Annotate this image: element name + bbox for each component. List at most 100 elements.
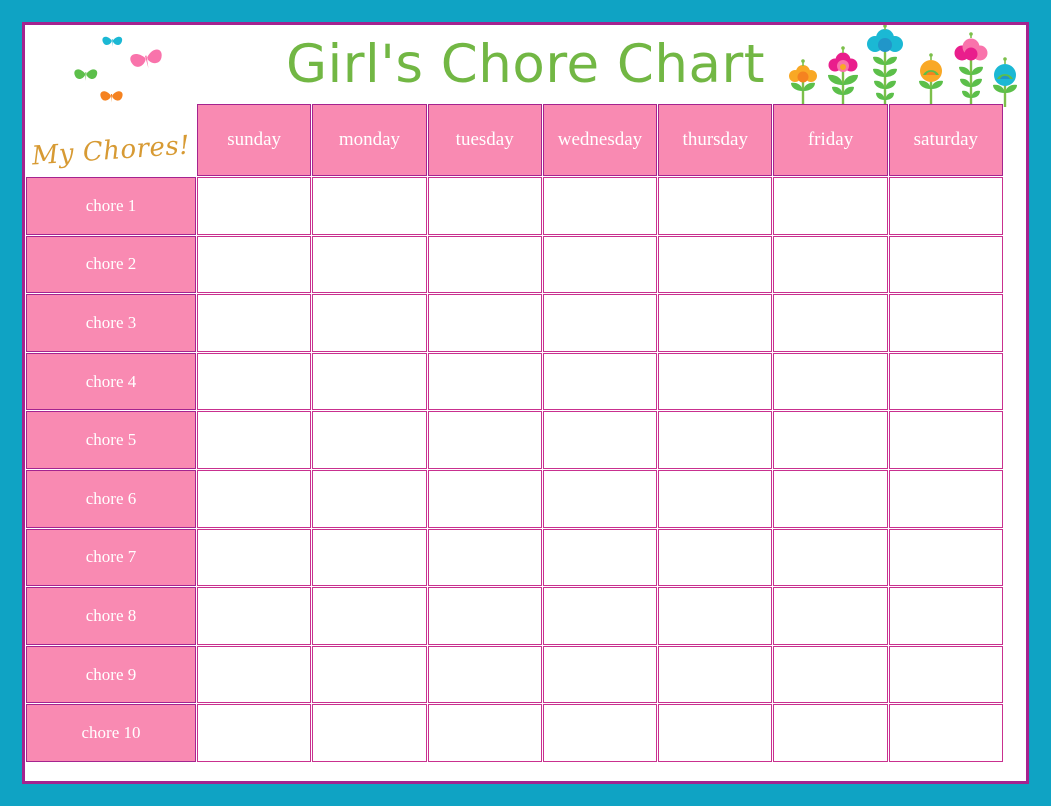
chore-cell-10-monday[interactable]: [312, 704, 427, 762]
chore-cell-9-saturday[interactable]: [888, 645, 1003, 704]
day-header-sunday[interactable]: sunday: [197, 104, 312, 176]
chore-cell-8-monday[interactable]: [312, 587, 427, 645]
chore-cell-9-tuesday[interactable]: [427, 645, 542, 704]
chore-cell-8-tuesday[interactable]: [427, 587, 542, 645]
chore-cell-10-sunday[interactable]: [197, 704, 312, 762]
chore-table: My Chores! sunday monday tuesday wednesd…: [25, 103, 1004, 763]
corner-cell: My Chores!: [26, 104, 196, 176]
chore-cell-4-thursday[interactable]: [658, 352, 773, 411]
chore-cell-3-sunday[interactable]: [197, 294, 312, 352]
chore-cell-2-wednesday[interactable]: [542, 235, 658, 294]
chore-cell-7-saturday[interactable]: [888, 528, 1003, 587]
chore-cell-6-monday[interactable]: [312, 469, 427, 528]
chore-label-2[interactable]: chore 2: [26, 235, 196, 294]
chore-cell-10-thursday[interactable]: [658, 704, 773, 762]
chore-cell-10-tuesday[interactable]: [427, 704, 542, 762]
chore-cell-9-wednesday[interactable]: [542, 645, 658, 704]
chore-cell-3-wednesday[interactable]: [542, 294, 658, 352]
chore-label-9[interactable]: chore 9: [26, 645, 196, 704]
chore-cell-8-friday[interactable]: [773, 587, 888, 645]
chore-label-7[interactable]: chore 7: [26, 528, 196, 587]
chore-cell-7-tuesday[interactable]: [427, 528, 542, 587]
chore-cell-10-wednesday[interactable]: [542, 704, 658, 762]
chore-cell-2-saturday[interactable]: [888, 235, 1003, 294]
chore-cell-5-monday[interactable]: [312, 411, 427, 469]
chore-row: chore 2: [26, 235, 1003, 294]
chore-cell-10-saturday[interactable]: [888, 704, 1003, 762]
chore-cell-5-wednesday[interactable]: [542, 411, 658, 469]
chore-cell-8-sunday[interactable]: [197, 587, 312, 645]
chore-cell-5-tuesday[interactable]: [427, 411, 542, 469]
chore-cell-8-wednesday[interactable]: [542, 587, 658, 645]
day-header-wednesday[interactable]: wednesday: [542, 104, 658, 176]
chore-cell-4-tuesday[interactable]: [427, 352, 542, 411]
chore-cell-7-friday[interactable]: [773, 528, 888, 587]
chore-cell-8-saturday[interactable]: [888, 587, 1003, 645]
chore-cell-1-wednesday[interactable]: [542, 177, 658, 235]
day-header-friday[interactable]: friday: [773, 104, 888, 176]
chore-cell-6-tuesday[interactable]: [427, 469, 542, 528]
flower-orange-ring-icon: [919, 53, 943, 107]
chore-cell-3-tuesday[interactable]: [427, 294, 542, 352]
chore-cell-4-monday[interactable]: [312, 352, 427, 411]
chore-cell-9-sunday[interactable]: [197, 645, 312, 704]
chore-row: chore 6: [26, 469, 1003, 528]
chore-cell-6-thursday[interactable]: [658, 469, 773, 528]
chore-cell-7-monday[interactable]: [312, 528, 427, 587]
chore-cell-1-tuesday[interactable]: [427, 177, 542, 235]
chore-cell-1-thursday[interactable]: [658, 177, 773, 235]
chore-cell-3-monday[interactable]: [312, 294, 427, 352]
day-header-saturday[interactable]: saturday: [888, 104, 1003, 176]
chore-cell-2-thursday[interactable]: [658, 235, 773, 294]
chore-cell-9-monday[interactable]: [312, 645, 427, 704]
chore-cell-6-sunday[interactable]: [197, 469, 312, 528]
chore-label-6[interactable]: chore 6: [26, 469, 196, 528]
chore-cell-1-sunday[interactable]: [197, 177, 312, 235]
day-header-thursday[interactable]: thursday: [658, 104, 773, 176]
chore-cell-8-thursday[interactable]: [658, 587, 773, 645]
chore-cell-10-friday[interactable]: [773, 704, 888, 762]
chore-cell-2-tuesday[interactable]: [427, 235, 542, 294]
chart-table-area: My Chores! sunday monday tuesday wednesd…: [25, 103, 1026, 781]
chore-cell-1-saturday[interactable]: [888, 177, 1003, 235]
day-header-tuesday[interactable]: tuesday: [427, 104, 542, 176]
chore-cell-7-wednesday[interactable]: [542, 528, 658, 587]
chore-label-10[interactable]: chore 10: [26, 704, 196, 762]
chore-cell-6-friday[interactable]: [773, 469, 888, 528]
flower-magenta-icon: [828, 46, 858, 107]
day-header-monday[interactable]: monday: [312, 104, 427, 176]
chore-cell-1-monday[interactable]: [312, 177, 427, 235]
my-chores-script-label: My Chores!: [30, 130, 192, 172]
chore-cell-4-friday[interactable]: [773, 352, 888, 411]
chore-label-5[interactable]: chore 5: [26, 411, 196, 469]
chore-cell-5-sunday[interactable]: [197, 411, 312, 469]
chore-cell-3-thursday[interactable]: [658, 294, 773, 352]
chore-cell-6-wednesday[interactable]: [542, 469, 658, 528]
chore-label-3[interactable]: chore 3: [26, 294, 196, 352]
chore-cell-4-saturday[interactable]: [888, 352, 1003, 411]
chore-cell-5-saturday[interactable]: [888, 411, 1003, 469]
header-band: Girl's Chore Chart: [25, 25, 1026, 107]
chore-cell-5-thursday[interactable]: [658, 411, 773, 469]
chore-row: chore 10: [26, 704, 1003, 762]
chore-label-8[interactable]: chore 8: [26, 587, 196, 645]
chore-cell-3-saturday[interactable]: [888, 294, 1003, 352]
chore-cell-9-thursday[interactable]: [658, 645, 773, 704]
chore-cell-7-sunday[interactable]: [197, 528, 312, 587]
chore-cell-5-friday[interactable]: [773, 411, 888, 469]
chore-row: chore 5: [26, 411, 1003, 469]
chore-cell-6-saturday[interactable]: [888, 469, 1003, 528]
chore-cell-9-friday[interactable]: [773, 645, 888, 704]
chore-cell-2-monday[interactable]: [312, 235, 427, 294]
chore-label-4[interactable]: chore 4: [26, 352, 196, 411]
chore-cell-7-thursday[interactable]: [658, 528, 773, 587]
chore-cell-2-friday[interactable]: [773, 235, 888, 294]
chart-outer-frame: Girl's Chore Chart My Chores! sunday mon…: [0, 0, 1051, 806]
chore-cell-4-wednesday[interactable]: [542, 352, 658, 411]
chore-cell-1-friday[interactable]: [773, 177, 888, 235]
chore-label-1[interactable]: chore 1: [26, 177, 196, 235]
chore-cell-2-sunday[interactable]: [197, 235, 312, 294]
chore-row: chore 4: [26, 352, 1003, 411]
chore-cell-4-sunday[interactable]: [197, 352, 312, 411]
chore-cell-3-friday[interactable]: [773, 294, 888, 352]
